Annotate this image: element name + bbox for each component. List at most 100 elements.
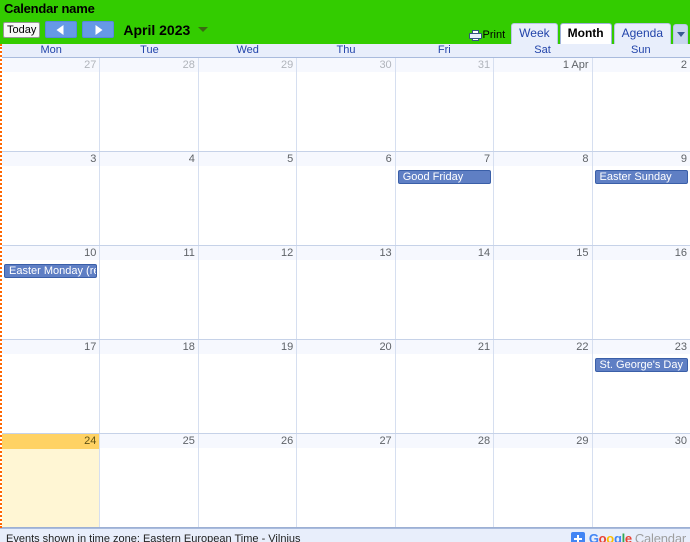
tab-month[interactable]: Month <box>559 23 612 44</box>
day-cell[interactable]: 24 <box>2 434 101 527</box>
google-logo: Google <box>588 531 632 542</box>
day-cell[interactable]: 5 <box>198 152 298 245</box>
day-cell[interactable]: 20 <box>297 340 396 433</box>
day-cell[interactable]: 1 Apr <box>494 58 593 151</box>
day-cell[interactable]: 30 <box>297 58 396 151</box>
day-events-area[interactable] <box>199 167 296 245</box>
day-cell[interactable]: 19 <box>198 340 298 433</box>
day-number: 26 <box>198 434 297 449</box>
day-cell[interactable]: 18 <box>100 340 199 433</box>
day-events-area[interactable] <box>297 449 394 527</box>
tab-week[interactable]: Week <box>511 23 558 44</box>
day-cell[interactable]: 13 <box>297 246 396 339</box>
day-cell[interactable]: 15 <box>494 246 593 339</box>
day-cell[interactable]: 10 Easter Monday (re <box>2 246 101 339</box>
printer-icon <box>468 29 482 41</box>
day-cell[interactable]: 3 <box>2 152 101 245</box>
event-chip[interactable]: Easter Monday (re <box>4 264 98 278</box>
day-events-area[interactable] <box>199 261 296 339</box>
day-events-area[interactable] <box>593 73 690 151</box>
day-cell[interactable]: 2 <box>592 58 690 151</box>
navigation-toolbar: Today April 2023 <box>3 20 209 39</box>
day-events-area[interactable] <box>396 449 493 527</box>
day-events-area[interactable] <box>297 261 394 339</box>
day-number: 21 <box>395 340 494 355</box>
view-options-dropdown-button[interactable] <box>673 24 688 44</box>
day-cell[interactable]: 26 <box>198 434 298 527</box>
day-events-area[interactable] <box>199 449 296 527</box>
next-period-button[interactable] <box>82 21 115 38</box>
event-chip[interactable]: Good Friday <box>397 170 492 184</box>
day-number: 28 <box>395 434 494 449</box>
day-cell[interactable]: 23 St. George's Day <box>592 340 690 433</box>
day-cell[interactable]: 11 <box>100 246 199 339</box>
day-number: 16 <box>592 246 690 261</box>
week-row: 24 25 26 27 28 29 30 <box>2 434 690 528</box>
period-dropdown-icon[interactable] <box>198 27 209 32</box>
day-events-area[interactable]: Good Friday <box>396 167 493 245</box>
day-events-area[interactable] <box>100 261 197 339</box>
day-events-area[interactable]: St. George's Day <box>593 355 690 433</box>
day-events-area[interactable] <box>396 355 493 433</box>
day-events-area[interactable]: Easter Monday (re <box>2 261 99 339</box>
day-cell[interactable]: 6 <box>297 152 396 245</box>
print-button[interactable]: Print <box>468 29 505 41</box>
day-events-area[interactable] <box>494 355 591 433</box>
day-events-area[interactable]: Easter Sunday <box>593 167 690 245</box>
day-cell[interactable]: 7 Good Friday <box>395 152 495 245</box>
previous-period-button[interactable] <box>45 21 78 38</box>
day-events-area[interactable] <box>100 449 197 527</box>
day-events-area[interactable] <box>297 73 394 151</box>
day-cell[interactable]: 27 <box>2 58 101 151</box>
google-calendar-embed: Calendar name Today April 2023 Print Wee… <box>0 0 690 542</box>
google-calendar-brand-link[interactable]: Google Calendar <box>570 531 686 542</box>
day-number: 27 <box>2 58 100 73</box>
day-number: 1 Apr <box>494 58 592 73</box>
day-number: 24 <box>2 434 100 449</box>
day-events-area[interactable] <box>199 73 296 151</box>
day-events-area[interactable] <box>396 73 493 151</box>
day-events-area[interactable] <box>100 355 197 433</box>
day-cell[interactable]: 27 <box>297 434 396 527</box>
tab-agenda[interactable]: Agenda <box>613 23 671 44</box>
day-events-area[interactable] <box>199 355 296 433</box>
day-cell[interactable]: 4 <box>100 152 199 245</box>
day-cell[interactable]: 31 <box>395 58 495 151</box>
day-events-area[interactable] <box>2 449 100 527</box>
day-cell[interactable]: 14 <box>395 246 495 339</box>
day-events-area[interactable] <box>494 449 591 527</box>
day-events-area[interactable] <box>396 261 493 339</box>
day-cell[interactable]: 25 <box>100 434 199 527</box>
plus-icon[interactable] <box>570 531 585 542</box>
day-cell[interactable]: 29 <box>494 434 593 527</box>
day-cell[interactable]: 28 <box>395 434 495 527</box>
day-cell[interactable]: 17 <box>2 340 101 433</box>
today-button[interactable]: Today <box>3 21 41 38</box>
day-cell[interactable]: 28 <box>100 58 199 151</box>
day-events-area[interactable] <box>297 167 394 245</box>
day-events-area[interactable] <box>593 261 690 339</box>
day-events-area[interactable] <box>494 261 591 339</box>
day-number: 6 <box>297 152 395 167</box>
day-events-area[interactable] <box>297 355 394 433</box>
day-events-area[interactable] <box>2 355 99 433</box>
event-chip[interactable]: Easter Sunday <box>594 170 688 184</box>
event-chip[interactable]: St. George's Day <box>594 358 688 372</box>
day-cell[interactable]: 9 Easter Sunday <box>592 152 690 245</box>
day-cell[interactable]: 22 <box>494 340 593 433</box>
day-events-area[interactable] <box>2 167 99 245</box>
day-number: 29 <box>494 434 592 449</box>
day-events-area[interactable] <box>2 73 99 151</box>
day-events-area[interactable] <box>494 167 591 245</box>
day-cell[interactable]: 8 <box>494 152 593 245</box>
day-events-area[interactable] <box>100 73 197 151</box>
day-cell[interactable]: 21 <box>395 340 495 433</box>
day-cell[interactable]: 30 <box>592 434 690 527</box>
day-cell[interactable]: 12 <box>198 246 298 339</box>
day-cell[interactable]: 16 <box>592 246 690 339</box>
day-cell[interactable]: 29 <box>198 58 298 151</box>
day-events-area[interactable] <box>593 449 690 527</box>
day-events-area[interactable] <box>494 73 591 151</box>
day-number: 25 <box>100 434 198 449</box>
day-events-area[interactable] <box>100 167 197 245</box>
